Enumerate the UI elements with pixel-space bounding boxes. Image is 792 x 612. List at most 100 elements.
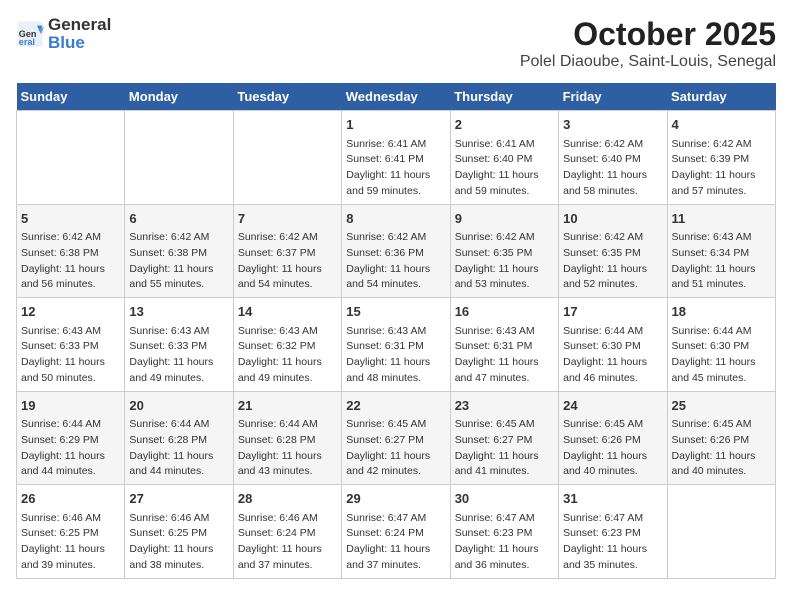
day-info: Sunrise: 6:45 AM Sunset: 6:26 PM Dayligh… (672, 417, 771, 480)
day-number: 5 (21, 209, 120, 229)
logo-icon: Gen eral (16, 20, 44, 48)
calendar-cell: 22Sunrise: 6:45 AM Sunset: 6:27 PM Dayli… (342, 391, 450, 485)
calendar-header-row: SundayMondayTuesdayWednesdayThursdayFrid… (17, 83, 776, 111)
day-info: Sunrise: 6:46 AM Sunset: 6:25 PM Dayligh… (21, 511, 120, 574)
day-info: Sunrise: 6:44 AM Sunset: 6:28 PM Dayligh… (238, 417, 337, 480)
day-info: Sunrise: 6:45 AM Sunset: 6:27 PM Dayligh… (346, 417, 445, 480)
day-info: Sunrise: 6:43 AM Sunset: 6:33 PM Dayligh… (129, 324, 228, 387)
day-number: 27 (129, 489, 228, 509)
calendar-cell: 6Sunrise: 6:42 AM Sunset: 6:38 PM Daylig… (125, 204, 233, 298)
logo-blue-text: Blue (48, 33, 85, 52)
day-number: 11 (672, 209, 771, 229)
calendar-cell: 20Sunrise: 6:44 AM Sunset: 6:28 PM Dayli… (125, 391, 233, 485)
calendar-week-row: 1Sunrise: 6:41 AM Sunset: 6:41 PM Daylig… (17, 111, 776, 205)
column-header-monday: Monday (125, 83, 233, 111)
day-info: Sunrise: 6:42 AM Sunset: 6:35 PM Dayligh… (455, 230, 554, 293)
location-title: Polel Diaoube, Saint-Louis, Senegal (520, 53, 776, 71)
day-number: 22 (346, 396, 445, 416)
day-number: 13 (129, 302, 228, 322)
day-number: 19 (21, 396, 120, 416)
day-number: 12 (21, 302, 120, 322)
calendar-cell (233, 111, 341, 205)
day-info: Sunrise: 6:43 AM Sunset: 6:31 PM Dayligh… (455, 324, 554, 387)
calendar-cell: 14Sunrise: 6:43 AM Sunset: 6:32 PM Dayli… (233, 298, 341, 392)
calendar-cell: 13Sunrise: 6:43 AM Sunset: 6:33 PM Dayli… (125, 298, 233, 392)
day-info: Sunrise: 6:42 AM Sunset: 6:37 PM Dayligh… (238, 230, 337, 293)
day-number: 18 (672, 302, 771, 322)
day-info: Sunrise: 6:42 AM Sunset: 6:40 PM Dayligh… (563, 137, 662, 200)
day-info: Sunrise: 6:43 AM Sunset: 6:32 PM Dayligh… (238, 324, 337, 387)
day-number: 7 (238, 209, 337, 229)
calendar-cell: 30Sunrise: 6:47 AM Sunset: 6:23 PM Dayli… (450, 485, 558, 579)
day-number: 24 (563, 396, 662, 416)
day-info: Sunrise: 6:43 AM Sunset: 6:34 PM Dayligh… (672, 230, 771, 293)
calendar-cell (125, 111, 233, 205)
calendar-cell: 1Sunrise: 6:41 AM Sunset: 6:41 PM Daylig… (342, 111, 450, 205)
day-number: 26 (21, 489, 120, 509)
day-info: Sunrise: 6:42 AM Sunset: 6:35 PM Dayligh… (563, 230, 662, 293)
day-info: Sunrise: 6:42 AM Sunset: 6:38 PM Dayligh… (129, 230, 228, 293)
day-info: Sunrise: 6:47 AM Sunset: 6:24 PM Dayligh… (346, 511, 445, 574)
day-number: 10 (563, 209, 662, 229)
svg-text:eral: eral (19, 37, 35, 47)
calendar-cell: 11Sunrise: 6:43 AM Sunset: 6:34 PM Dayli… (667, 204, 775, 298)
day-info: Sunrise: 6:42 AM Sunset: 6:36 PM Dayligh… (346, 230, 445, 293)
day-number: 16 (455, 302, 554, 322)
day-number: 2 (455, 115, 554, 135)
day-number: 6 (129, 209, 228, 229)
logo: Gen eral General Blue (16, 16, 111, 52)
day-info: Sunrise: 6:42 AM Sunset: 6:39 PM Dayligh… (672, 137, 771, 200)
day-number: 25 (672, 396, 771, 416)
calendar-week-row: 12Sunrise: 6:43 AM Sunset: 6:33 PM Dayli… (17, 298, 776, 392)
calendar-cell: 25Sunrise: 6:45 AM Sunset: 6:26 PM Dayli… (667, 391, 775, 485)
column-header-tuesday: Tuesday (233, 83, 341, 111)
calendar-cell: 4Sunrise: 6:42 AM Sunset: 6:39 PM Daylig… (667, 111, 775, 205)
calendar-cell: 5Sunrise: 6:42 AM Sunset: 6:38 PM Daylig… (17, 204, 125, 298)
calendar-week-row: 26Sunrise: 6:46 AM Sunset: 6:25 PM Dayli… (17, 485, 776, 579)
calendar-cell: 15Sunrise: 6:43 AM Sunset: 6:31 PM Dayli… (342, 298, 450, 392)
calendar-cell: 10Sunrise: 6:42 AM Sunset: 6:35 PM Dayli… (559, 204, 667, 298)
day-info: Sunrise: 6:41 AM Sunset: 6:41 PM Dayligh… (346, 137, 445, 200)
calendar-cell: 21Sunrise: 6:44 AM Sunset: 6:28 PM Dayli… (233, 391, 341, 485)
day-number: 29 (346, 489, 445, 509)
day-info: Sunrise: 6:45 AM Sunset: 6:27 PM Dayligh… (455, 417, 554, 480)
page-header: Gen eral General Blue October 2025 Polel… (16, 16, 776, 71)
calendar-cell: 31Sunrise: 6:47 AM Sunset: 6:23 PM Dayli… (559, 485, 667, 579)
day-number: 14 (238, 302, 337, 322)
column-header-sunday: Sunday (17, 83, 125, 111)
day-number: 21 (238, 396, 337, 416)
day-number: 23 (455, 396, 554, 416)
calendar-cell: 16Sunrise: 6:43 AM Sunset: 6:31 PM Dayli… (450, 298, 558, 392)
day-info: Sunrise: 6:44 AM Sunset: 6:29 PM Dayligh… (21, 417, 120, 480)
day-info: Sunrise: 6:41 AM Sunset: 6:40 PM Dayligh… (455, 137, 554, 200)
calendar-cell: 26Sunrise: 6:46 AM Sunset: 6:25 PM Dayli… (17, 485, 125, 579)
day-info: Sunrise: 6:47 AM Sunset: 6:23 PM Dayligh… (563, 511, 662, 574)
calendar-cell: 7Sunrise: 6:42 AM Sunset: 6:37 PM Daylig… (233, 204, 341, 298)
calendar-cell: 2Sunrise: 6:41 AM Sunset: 6:40 PM Daylig… (450, 111, 558, 205)
title-area: October 2025 Polel Diaoube, Saint-Louis,… (520, 16, 776, 71)
day-info: Sunrise: 6:42 AM Sunset: 6:38 PM Dayligh… (21, 230, 120, 293)
day-number: 28 (238, 489, 337, 509)
day-number: 30 (455, 489, 554, 509)
day-number: 8 (346, 209, 445, 229)
column-header-thursday: Thursday (450, 83, 558, 111)
calendar-cell (667, 485, 775, 579)
day-number: 17 (563, 302, 662, 322)
calendar-cell: 12Sunrise: 6:43 AM Sunset: 6:33 PM Dayli… (17, 298, 125, 392)
calendar-cell: 23Sunrise: 6:45 AM Sunset: 6:27 PM Dayli… (450, 391, 558, 485)
day-info: Sunrise: 6:43 AM Sunset: 6:33 PM Dayligh… (21, 324, 120, 387)
column-header-saturday: Saturday (667, 83, 775, 111)
calendar-cell: 17Sunrise: 6:44 AM Sunset: 6:30 PM Dayli… (559, 298, 667, 392)
day-info: Sunrise: 6:46 AM Sunset: 6:24 PM Dayligh… (238, 511, 337, 574)
calendar-cell: 18Sunrise: 6:44 AM Sunset: 6:30 PM Dayli… (667, 298, 775, 392)
day-info: Sunrise: 6:44 AM Sunset: 6:30 PM Dayligh… (563, 324, 662, 387)
day-number: 20 (129, 396, 228, 416)
calendar-cell: 8Sunrise: 6:42 AM Sunset: 6:36 PM Daylig… (342, 204, 450, 298)
column-header-friday: Friday (559, 83, 667, 111)
calendar-table: SundayMondayTuesdayWednesdayThursdayFrid… (16, 83, 776, 579)
day-info: Sunrise: 6:43 AM Sunset: 6:31 PM Dayligh… (346, 324, 445, 387)
day-number: 3 (563, 115, 662, 135)
month-title: October 2025 (520, 16, 776, 53)
day-number: 9 (455, 209, 554, 229)
day-number: 4 (672, 115, 771, 135)
